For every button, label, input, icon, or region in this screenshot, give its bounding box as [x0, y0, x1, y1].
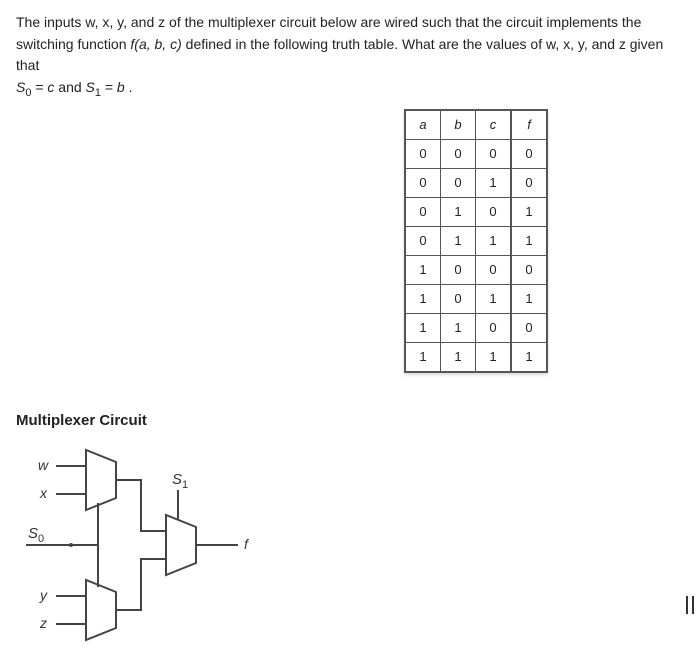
mux-bottom: y z — [39, 580, 116, 640]
cell: 0 — [511, 168, 547, 197]
q-and: and — [58, 79, 85, 95]
cell: 0 — [476, 255, 512, 284]
question-text: The inputs w, x, y, and z of the multipl… — [16, 12, 684, 99]
cell: 1 — [476, 342, 512, 372]
q-b: b — [117, 79, 125, 95]
question-line2-pre: switching function — [16, 36, 130, 52]
cell: 1 — [511, 284, 547, 313]
cell: 0 — [405, 197, 441, 226]
select-s1: S 1 — [172, 471, 188, 520]
cell: 0 — [511, 139, 547, 168]
cell: 1 — [405, 342, 441, 372]
cell: 1 — [511, 197, 547, 226]
label-z: z — [39, 615, 47, 631]
cell: 0 — [476, 139, 512, 168]
label-s1: S — [172, 471, 182, 488]
truth-table: a b c f 0 0 0 0 0 0 1 0 0 1 0 1 0 1 1 1 — [404, 109, 548, 373]
cell: 0 — [441, 168, 476, 197]
table-row: 1 1 1 1 — [405, 342, 547, 372]
cell: 0 — [441, 284, 476, 313]
cell: 1 — [476, 284, 512, 313]
q-eq1: = — [35, 79, 47, 95]
cell: 1 — [441, 313, 476, 342]
th-c: c — [476, 110, 512, 140]
truth-table-header: a b c f — [405, 110, 547, 140]
label-s1-sub: 1 — [182, 479, 188, 491]
text-cursor-icon — [686, 596, 694, 614]
cell: 0 — [476, 197, 512, 226]
label-y: y — [39, 587, 48, 603]
cell: 1 — [476, 168, 512, 197]
question-line1: The inputs w, x, y, and z of the multipl… — [16, 14, 641, 30]
th-a: a — [405, 110, 441, 140]
cell: 0 — [405, 168, 441, 197]
q-s1-sub: 1 — [95, 87, 101, 99]
table-row: 1 1 0 0 — [405, 313, 547, 342]
q-s0: S — [16, 79, 25, 95]
q-c: c — [47, 79, 54, 95]
table-row: 1 0 1 1 — [405, 284, 547, 313]
label-s0-sub: 0 — [38, 533, 44, 545]
cell: 1 — [441, 226, 476, 255]
q-eq2: = — [105, 79, 117, 95]
q-end: . — [129, 79, 133, 95]
select-s0: S 0 — [26, 503, 98, 587]
cell: 1 — [441, 197, 476, 226]
q-s0-sub: 0 — [25, 87, 31, 99]
multiplexer-diagram: w x y z f S 0 S 1 — [16, 440, 276, 650]
cell: 1 — [511, 342, 547, 372]
truth-table-section: a b c f 0 0 0 0 0 0 1 0 0 1 0 1 0 1 1 1 — [16, 109, 616, 373]
cell: 0 — [405, 139, 441, 168]
cell: 0 — [441, 255, 476, 284]
cell: 0 — [441, 139, 476, 168]
th-f: f — [511, 110, 547, 140]
th-b: b — [441, 110, 476, 140]
cell: 1 — [405, 313, 441, 342]
cell: 1 — [405, 255, 441, 284]
cell: 0 — [476, 313, 512, 342]
mux-top: w x — [38, 450, 116, 510]
cell: 1 — [511, 226, 547, 255]
question-func: f(a, b, c) — [130, 36, 181, 52]
table-row: 0 1 1 1 — [405, 226, 547, 255]
cell: 0 — [511, 255, 547, 284]
cell: 0 — [511, 313, 547, 342]
label-f: f — [244, 536, 250, 552]
cell: 1 — [405, 284, 441, 313]
mux-out: f — [116, 480, 250, 610]
table-row: 0 0 1 0 — [405, 168, 547, 197]
table-row: 1 0 0 0 — [405, 255, 547, 284]
table-row: 0 1 0 1 — [405, 197, 547, 226]
cell: 1 — [441, 342, 476, 372]
label-s0: S — [28, 525, 38, 542]
cell: 0 — [405, 226, 441, 255]
label-x: x — [39, 485, 48, 501]
label-w: w — [38, 457, 49, 473]
q-s1: S — [86, 79, 95, 95]
circuit-title: Multiplexer Circuit — [16, 409, 684, 432]
table-row: 0 0 0 0 — [405, 139, 547, 168]
cell: 1 — [476, 226, 512, 255]
